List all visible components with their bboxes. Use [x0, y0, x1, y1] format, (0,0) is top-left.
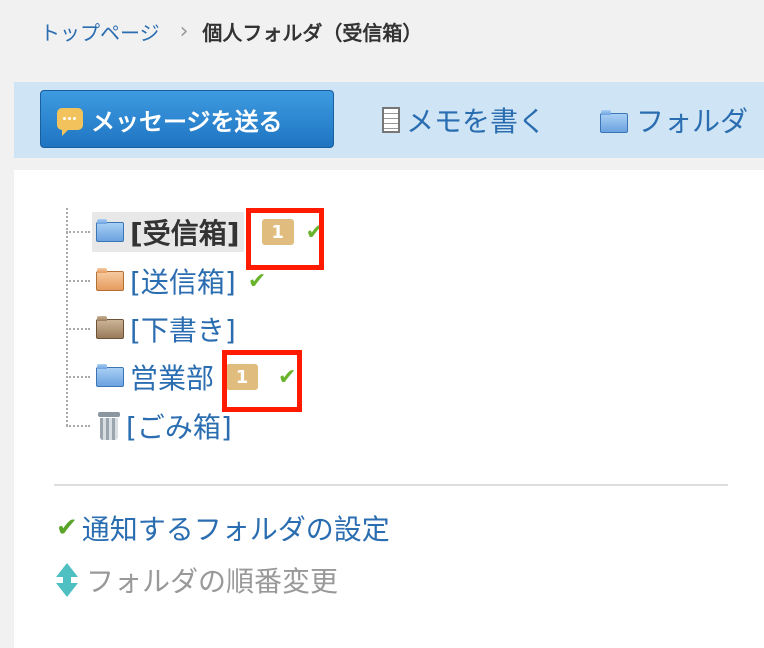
folder-label: [送信箱]	[130, 266, 236, 299]
highlight-box	[246, 208, 324, 270]
folder-panel: [受信箱] 1 ✔ [送信箱] ✔ [下書き] 営業部 1 ✔ [ごみ箱] ✔ …	[14, 170, 764, 648]
folder-label: [受信箱]	[130, 217, 240, 250]
folder-item-drafts[interactable]: [下書き]	[66, 309, 236, 349]
speech-bubble-icon	[57, 108, 83, 136]
folder-label: [下書き]	[130, 314, 236, 347]
reorder-folders-link[interactable]: フォルダの順番変更	[56, 560, 338, 600]
notify-folder-settings-link[interactable]: ✔ 通知するフォルダの設定	[56, 508, 390, 548]
breadcrumb: トップページ › 個人フォルダ（受信箱）	[40, 16, 422, 46]
toolbar: メッセージを送る メモを書く フォルダ	[14, 82, 764, 158]
folder-link[interactable]: フォルダ	[600, 100, 748, 140]
folder-label: フォルダ	[636, 105, 749, 138]
folder-blue-icon	[96, 219, 124, 242]
highlight-box	[222, 350, 302, 412]
folder-label: [ごみ箱]	[126, 411, 232, 444]
page-title: 個人フォルダ（受信箱）	[202, 20, 423, 45]
up-down-arrow-icon	[56, 563, 78, 597]
memo-icon	[382, 107, 400, 133]
write-memo-label: メモを書く	[406, 105, 547, 138]
divider	[54, 484, 728, 486]
breadcrumb-top-link[interactable]: トップページ	[40, 17, 160, 46]
reorder-label: フォルダの順番変更	[86, 565, 339, 598]
send-message-label: メッセージを送る	[91, 107, 283, 136]
notify-settings-label: 通知するフォルダの設定	[81, 513, 390, 546]
check-icon: ✔	[247, 268, 267, 294]
folder-icon	[600, 110, 628, 133]
folder-item-sent[interactable]: [送信箱] ✔	[66, 261, 266, 301]
trash-icon	[98, 412, 120, 440]
folder-label: 営業部	[130, 362, 215, 395]
write-memo-link[interactable]: メモを書く	[382, 100, 546, 140]
folder-brown-icon	[96, 316, 124, 339]
folder-blue-icon	[96, 364, 124, 387]
folder-orange-icon	[96, 268, 124, 291]
check-icon: ✔	[56, 513, 78, 543]
chevron-right-icon: ›	[179, 18, 189, 44]
folder-item-trash[interactable]: [ごみ箱]	[66, 406, 232, 446]
send-message-button[interactable]: メッセージを送る	[40, 90, 334, 148]
